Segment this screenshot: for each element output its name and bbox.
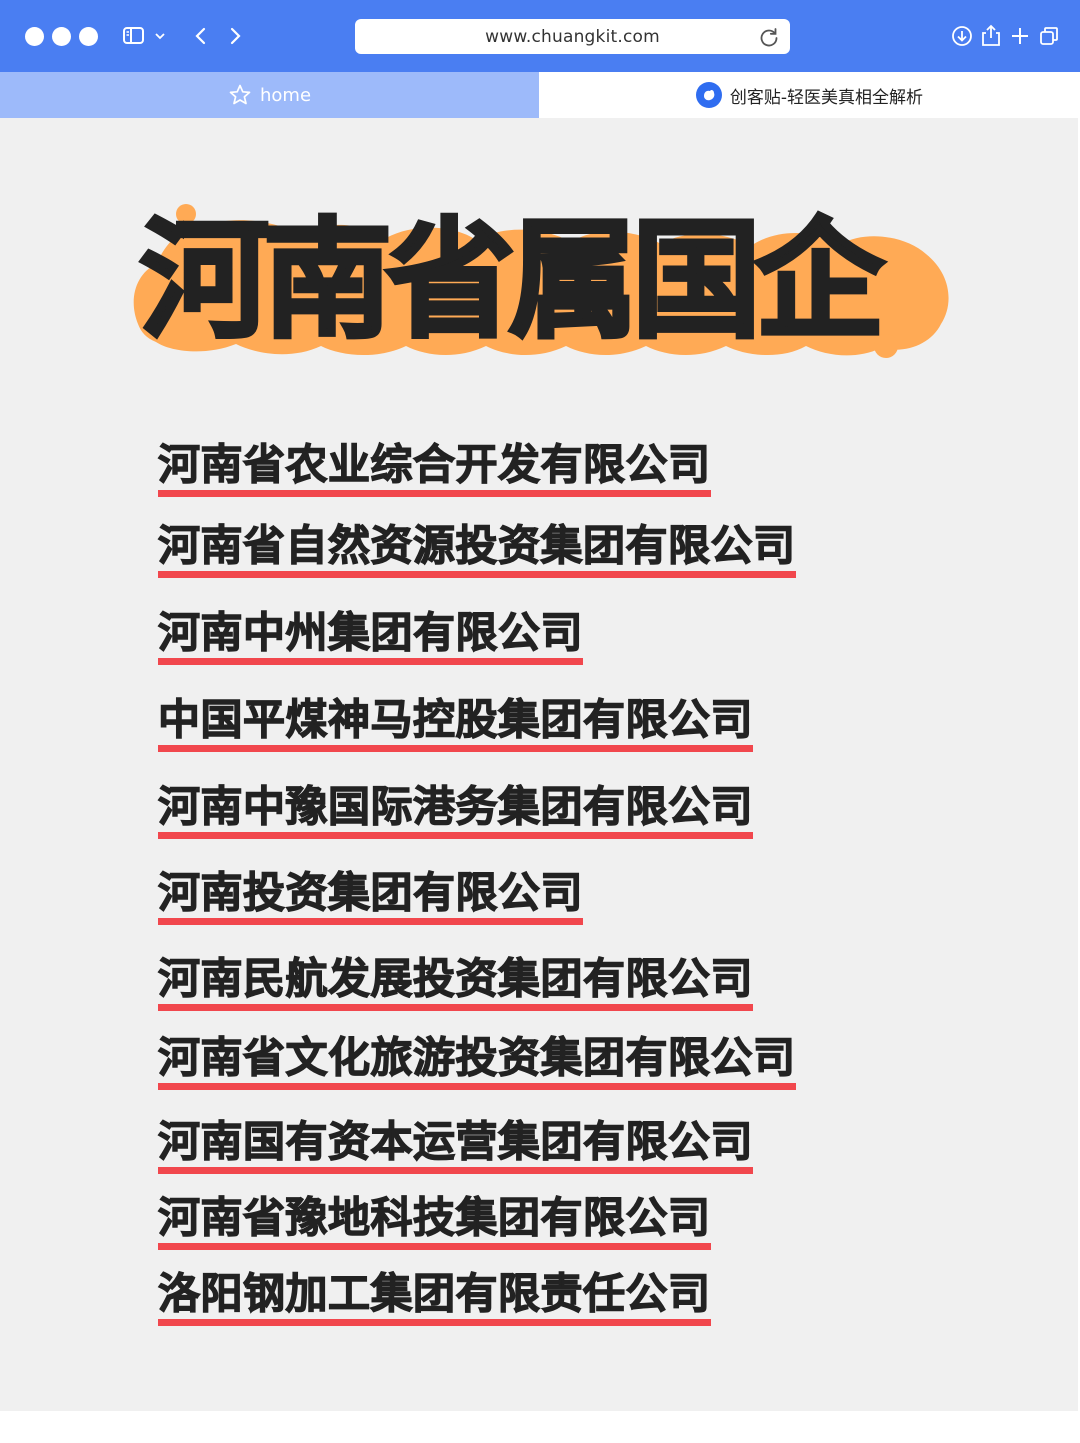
red-underline xyxy=(158,832,754,839)
new-tab-icon xyxy=(1012,28,1028,44)
bottom-margin xyxy=(0,1411,1080,1443)
red-underline xyxy=(158,1319,711,1326)
back-button[interactable] xyxy=(192,22,208,50)
company-name: 河南投资集团有限公司 xyxy=(157,867,584,917)
company-name: 洛阳钢加工集团有限责任公司 xyxy=(157,1268,711,1318)
company-name: 河南省自然资源投资集团有限公司 xyxy=(157,520,796,570)
browser-window: www.chuangkit.com home 创客贴-轻医美真相全解析 河南省属… xyxy=(0,0,1080,1443)
new-tab-button[interactable] xyxy=(1009,22,1031,50)
company-name: 河南民航发展投资集团有限公司 xyxy=(157,953,754,1003)
sidebar-icon xyxy=(123,27,144,44)
address-bar[interactable]: www.chuangkit.com xyxy=(355,19,790,54)
company-name: 河南中豫国际港务集团有限公司 xyxy=(157,781,754,831)
tab-active[interactable]: 创客贴-轻医美真相全解析 xyxy=(539,72,1080,118)
page-title: 河南省属国企 xyxy=(138,206,886,356)
download-button[interactable] xyxy=(950,22,974,50)
red-underline xyxy=(158,1167,754,1174)
url-text: www.chuangkit.com xyxy=(485,26,660,47)
chevron-down-icon xyxy=(155,33,165,40)
list-item: 河南中州集团有限公司 xyxy=(157,607,584,665)
list-item: 中国平煤神马控股集团有限公司 xyxy=(157,694,754,752)
share-button[interactable] xyxy=(980,22,1002,50)
red-underline xyxy=(158,745,754,752)
red-underline xyxy=(158,918,584,925)
company-name: 河南省农业综合开发有限公司 xyxy=(157,439,711,489)
list-item: 河南省自然资源投资集团有限公司 xyxy=(157,520,796,578)
list-item: 洛阳钢加工集团有限责任公司 xyxy=(157,1268,711,1326)
minimize-window-button[interactable] xyxy=(52,27,71,46)
chuangkit-logo-icon xyxy=(695,82,722,108)
company-name: 河南省豫地科技集团有限公司 xyxy=(157,1192,711,1242)
red-underline xyxy=(158,1004,754,1011)
list-item: 河南中豫国际港务集团有限公司 xyxy=(157,781,754,839)
tab-strip: home 创客贴-轻医美真相全解析 xyxy=(0,72,1080,118)
page-content: 河南省属国企 河南省农业综合开发有限公司 河南省自然资源投资集团有限公司 河南中… xyxy=(0,118,1078,1411)
company-name: 河南省文化旅游投资集团有限公司 xyxy=(157,1032,796,1082)
tab-active-label: 创客贴-轻医美真相全解析 xyxy=(729,87,924,108)
list-item: 河南投资集团有限公司 xyxy=(157,867,584,925)
reload-icon xyxy=(760,28,778,47)
share-icon xyxy=(982,24,1000,46)
red-underline xyxy=(158,658,584,665)
tabs-overview-icon xyxy=(1040,27,1058,45)
tabs-overview-button[interactable] xyxy=(1038,22,1060,50)
tab-home-label: home xyxy=(259,84,312,106)
list-item: 河南省文化旅游投资集团有限公司 xyxy=(157,1032,796,1090)
red-underline xyxy=(158,1243,711,1250)
red-underline xyxy=(158,490,711,497)
forward-button[interactable] xyxy=(228,22,244,50)
back-icon xyxy=(195,27,206,45)
hero-title-block: 河南省属国企 xyxy=(126,204,956,364)
sidebar-toggle-button[interactable] xyxy=(122,22,146,50)
tab-home[interactable]: home xyxy=(0,72,539,118)
red-underline xyxy=(158,571,796,578)
browser-toolbar: www.chuangkit.com xyxy=(0,0,1080,72)
window-controls xyxy=(25,27,98,46)
list-item: 河南民航发展投资集团有限公司 xyxy=(157,953,754,1011)
list-item: 河南省豫地科技集团有限公司 xyxy=(157,1192,711,1250)
red-underline xyxy=(158,1083,796,1090)
company-name: 中国平煤神马控股集团有限公司 xyxy=(157,694,754,744)
download-icon xyxy=(952,26,972,46)
reload-button[interactable] xyxy=(758,26,780,52)
company-name: 河南国有资本运营集团有限公司 xyxy=(157,1116,754,1166)
maximize-window-button[interactable] xyxy=(79,27,98,46)
list-item: 河南国有资本运营集团有限公司 xyxy=(157,1116,754,1174)
forward-icon xyxy=(230,27,241,45)
sidebar-menu-button[interactable] xyxy=(154,22,166,50)
list-item: 河南省农业综合开发有限公司 xyxy=(157,439,711,497)
star-icon xyxy=(229,84,251,105)
close-window-button[interactable] xyxy=(25,27,44,46)
company-name: 河南中州集团有限公司 xyxy=(157,607,584,657)
